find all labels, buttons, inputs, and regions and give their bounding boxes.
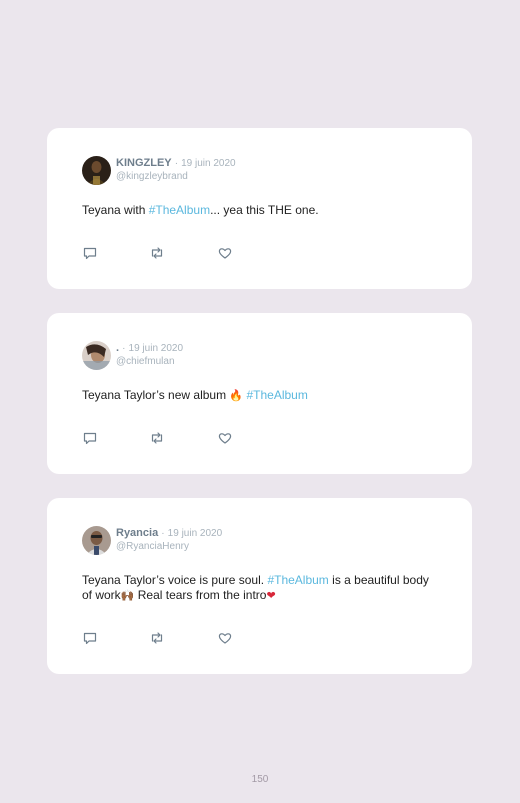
author-handle[interactable]: @kingzleybrand [116,170,188,183]
retweet-icon[interactable] [149,245,165,261]
text-segment: Teyana Taylor’s voice is pure soul. [82,573,268,587]
hashtag-link[interactable]: #TheAlbum [149,203,210,217]
text-segment: Real tears from the intro [134,588,267,602]
separator: · [174,158,179,169]
retweet-icon[interactable] [149,630,165,646]
hashtag-link[interactable]: #TheAlbum [246,388,307,402]
avatar[interactable] [82,341,111,370]
author-name[interactable]: Ryancia [116,527,158,539]
tweet-card: KINGZLEY · 19 juin 2020 @kingzleybrand T… [47,128,472,289]
tweet-date[interactable]: 19 juin 2020 [168,528,223,539]
reply-icon[interactable] [82,630,98,646]
like-icon[interactable] [217,245,233,261]
author-line: Ryancia · 19 juin 2020 [116,526,222,541]
tweet-text: Teyana Taylor’s new album 🔥 #TheAlbum [82,388,442,403]
hashtag-link[interactable]: #TheAlbum [267,573,328,587]
tweet-actions [82,430,252,446]
page-number: 150 [251,774,269,785]
like-icon[interactable] [217,430,233,446]
tweet-date[interactable]: 19 juin 2020 [181,158,236,169]
tweet-card: Ryancia · 19 juin 2020 @RyanciaHenry Tey… [47,498,472,674]
text-segment: Teyana with [82,203,149,217]
red-heart-emoji: ❤ [266,589,276,602]
separator: · [122,343,126,354]
retweet-icon[interactable] [149,430,165,446]
author-line: . · 19 juin 2020 [116,341,183,356]
reply-icon[interactable] [82,245,98,261]
tweet-date[interactable]: 19 juin 2020 [129,343,184,354]
tweet-actions [82,245,252,261]
author-name[interactable]: KINGZLEY [116,157,172,169]
text-segment: Teyana Taylor’s new album [82,388,230,402]
text-segment: ... yea this THE one. [210,203,319,217]
reply-icon[interactable] [82,430,98,446]
tweet-text: Teyana with #TheAlbum... yea this THE on… [82,203,442,218]
like-icon[interactable] [217,630,233,646]
fire-emoji: 🔥 [229,389,244,402]
avatar[interactable] [82,156,111,185]
avatar[interactable] [82,526,111,555]
tweet-card: . · 19 juin 2020 @chiefmulan Teyana Tayl… [47,313,472,474]
tweet-actions [82,630,252,646]
author-handle[interactable]: @chiefmulan [116,355,175,368]
author-handle[interactable]: @RyanciaHenry [116,540,189,553]
author-name[interactable]: . [116,342,119,354]
separator: · [161,528,165,539]
raised-hands-emoji: 🙌🏾 [120,589,135,602]
tweet-text: Teyana Taylor’s voice is pure soul. #The… [82,573,442,603]
author-line: KINGZLEY · 19 juin 2020 [116,156,236,171]
